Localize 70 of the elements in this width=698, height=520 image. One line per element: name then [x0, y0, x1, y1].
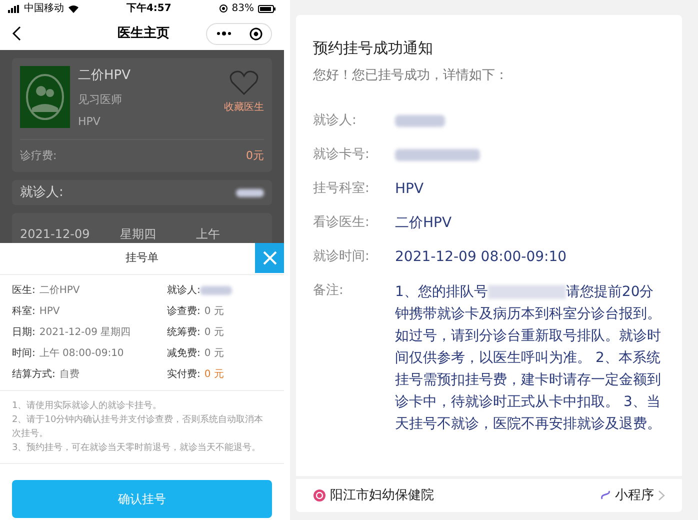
doctor-title: 见习医师 — [78, 92, 123, 108]
patient-label: 就诊人: — [20, 184, 64, 202]
field-label: 减免费: — [167, 346, 200, 361]
fee-value: 0元 — [246, 148, 264, 164]
close-button[interactable] — [255, 243, 284, 273]
schedule-weekday: 星期四 — [120, 226, 156, 243]
signal-icon — [8, 4, 20, 12]
confirm-button[interactable]: 确认挂号 — [12, 480, 272, 518]
row-label: 就诊时间: — [313, 248, 370, 266]
remark-text: 1、您的排队号 请您提前20分钟携带就诊卡及病历本到科室分诊台报到。如过号，请到分诊台重新取号排队。就诊时间仅供参考，以医生呼叫为准。 2、本系统挂号需预扣挂号费，建卡时请存一定金额到诊卡中，待就诊时正式从卡中扣取。 3、当天挂号不就诊，医院不再安排就诊及退费。 — [395, 283, 662, 434]
capsule-menu[interactable] — [206, 22, 272, 44]
field-value: 0 元 — [204, 305, 224, 319]
redacted-block — [236, 188, 264, 196]
carrier-name: 中国移动 — [24, 2, 64, 16]
row-label: 就诊卡号: — [313, 146, 370, 164]
hospital-logo-icon — [20, 66, 70, 128]
back-icon[interactable] — [12, 26, 21, 41]
page-title: 医生主页 — [118, 24, 170, 43]
row-value: 二价HPV — [395, 214, 452, 232]
notice-text: 1、请使用实际就诊人的就诊卡挂号。 — [12, 400, 163, 413]
doctor-name: 二价HPV — [78, 67, 132, 85]
hospital-badge-icon — [313, 489, 326, 502]
field-value: 0 元 — [204, 368, 224, 382]
close-target-icon[interactable] — [248, 26, 262, 40]
notice-text: 3、预约挂号，可在就诊当天零时前退号，就诊当天不能退号。 — [12, 442, 262, 455]
field-label: 就诊人: — [167, 284, 200, 298]
field-value: 2021-12-09 星期四 — [39, 326, 131, 340]
field-label: 科室: — [12, 304, 36, 319]
notice-title: 预约挂号成功通知 — [313, 38, 434, 59]
hospital-name: 阳江市妇幼保健院 — [330, 486, 434, 505]
field-label: 结算方式: — [12, 368, 56, 382]
field-value: 0 元 — [204, 347, 224, 361]
fee-label: 诊疗费: — [20, 148, 57, 164]
row-label: 就诊人: — [313, 112, 358, 130]
close-icon[interactable] — [262, 250, 278, 266]
row-label: 看诊医生: — [313, 214, 370, 232]
schedule-period: 上午 — [196, 226, 220, 243]
battery-percent: 83% — [232, 2, 254, 16]
remark-label: 备注: — [313, 282, 344, 300]
sheet-title: 挂号单 — [126, 250, 158, 266]
field-label: 诊查费: — [167, 304, 200, 319]
greeting-text: 您好！您已挂号成功，详情如下： — [313, 66, 509, 84]
field-value: 自费 — [59, 368, 80, 382]
mini-program-label: 小程序 — [615, 486, 654, 505]
schedule-date: 2021-12-09 — [20, 226, 90, 243]
redacted-block — [395, 115, 445, 127]
doctor-department: HPV — [78, 114, 102, 130]
chevron-right-icon — [658, 490, 665, 501]
orientation-lock-icon — [218, 4, 228, 13]
redacted-block — [200, 286, 232, 295]
field-label: 时间: — [12, 346, 36, 361]
notice-text: 2、请于10分钟内确认挂号并支付诊查费，否则系统自动取消本次挂号。 — [12, 414, 264, 441]
field-label: 日期: — [12, 326, 36, 340]
field-label: 医生: — [12, 284, 36, 298]
link-icon — [600, 490, 611, 501]
field-value: HPV — [39, 305, 60, 319]
field-value: 二价HPV — [39, 284, 80, 298]
favorite-doctor-link[interactable]: 收藏医生 — [224, 100, 264, 115]
more-icon[interactable] — [216, 31, 232, 36]
wifi-icon — [68, 4, 79, 12]
field-label: 统筹费: — [167, 326, 200, 340]
row-label: 挂号科室: — [313, 180, 370, 198]
battery-icon — [258, 4, 276, 12]
row-value: 2021-12-09 08:00-09:10 — [395, 248, 567, 266]
clock-time: 下午4:57 — [126, 2, 172, 16]
mini-program-link[interactable]: 小程序 — [600, 486, 665, 506]
field-label: 实付费: — [167, 368, 200, 382]
field-value: 上午 08:00-09:10 — [39, 346, 124, 361]
field-value: 0 元 — [204, 326, 224, 340]
row-value: HPV — [395, 180, 424, 198]
